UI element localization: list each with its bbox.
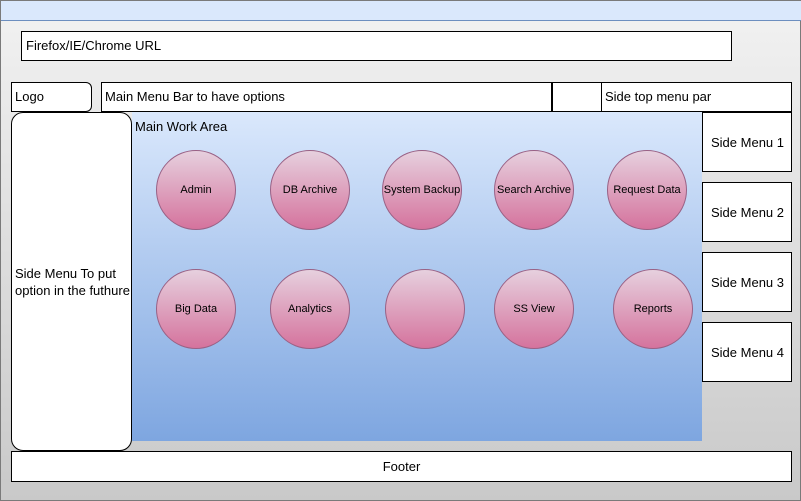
side-menu-item-4[interactable]: Side Menu 4 [702,322,792,382]
request-data-button[interactable]: Request Data [607,150,687,230]
main-menu-bar[interactable]: Main Menu Bar to have options [101,82,552,112]
left-side-menu[interactable]: Side Menu To put option in the futhure [11,112,132,451]
empty-circle-button[interactable] [385,269,465,349]
side-menu-item-2[interactable]: Side Menu 2 [702,182,792,242]
url-bar[interactable]: Firefox/IE/Chrome URL [21,31,732,61]
window-title-bar [1,1,801,21]
side-menu-item-3[interactable]: Side Menu 3 [702,252,792,312]
left-side-menu-label: Side Menu To put option in the futhure [15,265,130,298]
analytics-button[interactable]: Analytics [270,269,350,349]
footer: Footer [11,451,792,482]
browser-window: Firefox/IE/Chrome URL Logo Main Menu Bar… [0,0,801,501]
work-area-title: Main Work Area [135,119,228,134]
system-backup-button[interactable]: System Backup [382,150,462,230]
big-data-button[interactable]: Big Data [156,269,236,349]
db-archive-button[interactable]: DB Archive [270,150,350,230]
menu-spacer [552,82,602,112]
reports-button[interactable]: Reports [613,269,693,349]
side-menu-item-1[interactable]: Side Menu 1 [702,112,792,172]
admin-button[interactable]: Admin [156,150,236,230]
search-archive-button[interactable]: Search Archive [494,150,574,230]
ss-view-button[interactable]: SS View [494,269,574,349]
logo[interactable]: Logo [11,82,92,112]
main-work-area: Main Work Area Admin DB Archive System B… [132,112,702,441]
side-top-menu-bar[interactable]: Side top menu par [601,82,792,112]
